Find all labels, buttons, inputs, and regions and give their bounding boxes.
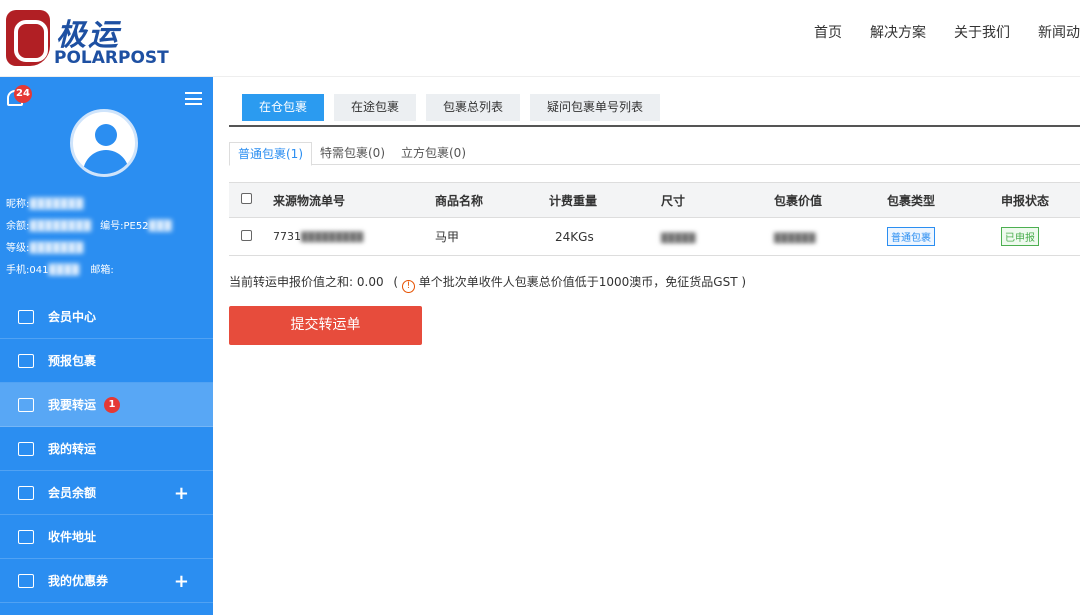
warning-icon: !	[401, 280, 415, 293]
sum-value: 0.00	[356, 275, 384, 289]
expand-icon[interactable]: +	[174, 571, 189, 592]
col-weight: 计费重量	[549, 182, 661, 218]
col-size: 尺寸	[661, 182, 774, 218]
profile-level: 等级:███████	[6, 243, 84, 254]
tabs-divider	[229, 125, 1080, 127]
cell-status: 已申报	[1001, 217, 1080, 256]
cell-weight: 24KGs	[549, 217, 661, 256]
cell-value: ██████	[774, 217, 887, 256]
table-header-row: 来源物流单号 商品名称 计费重量 尺寸 包裹价值 包裹类型 申报状态	[229, 182, 1080, 218]
expand-icon[interactable]: +	[174, 483, 189, 504]
cell-size: █████	[661, 217, 774, 256]
col-status: 申报状态	[1001, 182, 1080, 218]
select-all-cell	[229, 182, 273, 218]
top-nav: 首页 解决方案 关于我们 新闻动	[814, 22, 1080, 42]
tab-all-packages[interactable]: 包裹总列表	[426, 94, 521, 121]
table-row: 7731█████████ 马甲 24KGs █████ ██████ 普通包裹…	[229, 217, 1080, 256]
row-select-cell	[229, 217, 273, 256]
sidebar-item-ship[interactable]: 我要转运 1	[0, 383, 213, 427]
col-tracking: 来源物流单号	[273, 182, 435, 218]
col-value: 包裹价值	[774, 182, 887, 218]
row-checkbox[interactable]	[241, 229, 252, 241]
sidebar: 24 昵称:███████ 余额:████████ 编号:PE52███ 等级:…	[0, 77, 213, 615]
col-type: 包裹类型	[887, 182, 1001, 218]
sidebar-item-balance[interactable]: 会员余额 +	[0, 471, 213, 515]
col-product: 商品名称	[435, 182, 549, 218]
sidebar-item-member-center[interactable]: 会员中心	[0, 295, 213, 339]
type-badge: 普通包裹	[887, 227, 935, 246]
tab-in-transit[interactable]: 在途包裹	[334, 94, 417, 121]
declared-value-summary: 当前转运申报价值之和: 0.00 ( ! 单个批次单收件人包裹总价值低于1000…	[229, 275, 747, 293]
form-icon	[18, 353, 34, 368]
select-all-checkbox[interactable]	[241, 193, 252, 204]
avatar-head	[95, 124, 117, 146]
profile-phone: 手机:041████ 邮箱:	[6, 265, 114, 276]
avatar[interactable]	[70, 109, 138, 177]
box-icon	[18, 397, 34, 412]
nav-solutions[interactable]: 解决方案	[870, 22, 926, 42]
header: 极运 POLARPOST 首页 解决方案 关于我们 新闻动	[0, 0, 1080, 77]
gst-notice: 单个批次单收件人包裹总价值低于1000澳币，免征货品GST	[418, 275, 738, 289]
sidebar-menu: 会员中心 预报包裹 我要转运 1 我的转运 会员余额 + 收件地址 我的优惠券 …	[0, 295, 213, 603]
sum-label: 当前转运申报价值之和:	[229, 275, 354, 289]
nav-about[interactable]: 关于我们	[954, 22, 1010, 42]
nav-news[interactable]: 新闻动	[1038, 22, 1080, 42]
sidebar-item-my-shipments[interactable]: 我的转运	[0, 427, 213, 471]
status-badge: 已申报	[1001, 227, 1039, 246]
chart-icon	[18, 309, 34, 324]
tab-questionable-packages[interactable]: 疑问包裹单号列表	[530, 94, 661, 121]
subtab-special[interactable]: 特需包裹(0)	[312, 142, 393, 164]
menu-toggle-icon[interactable]	[185, 92, 202, 105]
nav-home[interactable]: 首页	[814, 22, 842, 42]
sidebar-item-coupons[interactable]: 我的优惠券 +	[0, 559, 213, 603]
logo-mark-icon	[6, 10, 50, 66]
profile-balance: 余额:████████ 编号:PE52███	[6, 221, 172, 232]
ship-count-badge: 1	[104, 396, 121, 413]
notification-badge: 24	[14, 85, 32, 103]
sidebar-item-address[interactable]: 收件地址	[0, 515, 213, 559]
cell-product: 马甲	[435, 217, 549, 256]
submit-shipment-button[interactable]: 提交转运单	[229, 306, 422, 345]
package-subtabs: 普通包裹(1) 特需包裹(0) 立方包裹(0)	[229, 142, 1080, 166]
package-table: 来源物流单号 商品名称 计费重量 尺寸 包裹价值 包裹类型 申报状态 7731█…	[229, 182, 1080, 256]
package-tabs: 在仓包裹 在途包裹 包裹总列表 疑问包裹单号列表	[242, 94, 670, 121]
avatar-body	[83, 150, 129, 174]
coupon-icon	[18, 573, 34, 588]
subtab-normal[interactable]: 普通包裹(1)	[229, 142, 312, 166]
logo-text-en: POLARPOST	[54, 48, 169, 68]
cell-tracking: 7731█████████	[273, 217, 435, 256]
profile-nickname: 昵称:███████	[6, 199, 84, 210]
subtab-cubic[interactable]: 立方包裹(0)	[393, 142, 474, 164]
profile-info: 昵称:███████ 余额:████████ 编号:PE52███ 等级:███…	[6, 194, 172, 282]
tab-in-warehouse[interactable]: 在仓包裹	[242, 94, 325, 121]
cell-type: 普通包裹	[887, 217, 1001, 256]
edit-icon	[18, 485, 34, 500]
truck-icon	[18, 441, 34, 456]
address-icon	[18, 529, 34, 544]
main-content: 在仓包裹 在途包裹 包裹总列表 疑问包裹单号列表 普通包裹(1) 特需包裹(0)…	[213, 77, 1080, 615]
sidebar-item-forecast-package[interactable]: 预报包裹	[0, 339, 213, 383]
logo[interactable]: 极运 POLARPOST	[6, 8, 169, 68]
